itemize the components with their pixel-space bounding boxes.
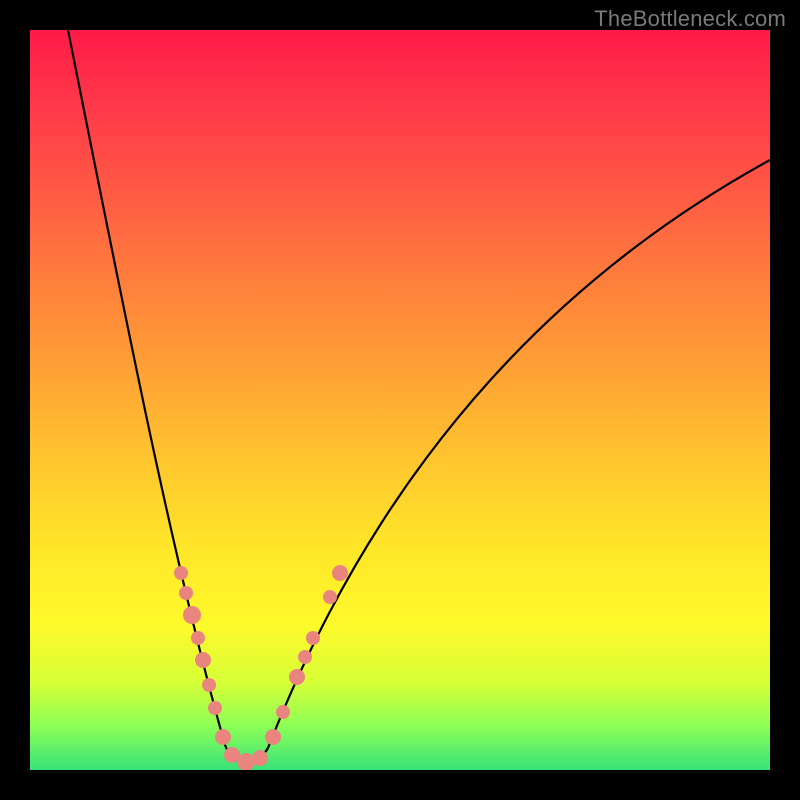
scatter-dot	[179, 586, 193, 600]
scatter-dot	[183, 606, 201, 624]
scatter-dot	[202, 678, 216, 692]
scatter-dot	[195, 652, 211, 668]
curve-left	[68, 30, 246, 763]
scatter-dot	[298, 650, 312, 664]
plot-area	[30, 30, 770, 770]
scatter-group	[174, 565, 348, 770]
chart-canvas: TheBottleneck.com	[0, 0, 800, 800]
curve-right	[246, 160, 770, 763]
scatter-dot	[174, 566, 188, 580]
scatter-dot	[252, 750, 268, 766]
scatter-dot	[215, 729, 231, 745]
scatter-dot	[289, 669, 305, 685]
scatter-dot	[276, 705, 290, 719]
chart-svg	[30, 30, 770, 770]
scatter-dot	[265, 729, 281, 745]
scatter-dot	[208, 701, 222, 715]
scatter-dot	[323, 590, 337, 604]
watermark-text: TheBottleneck.com	[594, 6, 786, 32]
scatter-dot	[306, 631, 320, 645]
scatter-dot	[332, 565, 348, 581]
scatter-dot	[191, 631, 205, 645]
